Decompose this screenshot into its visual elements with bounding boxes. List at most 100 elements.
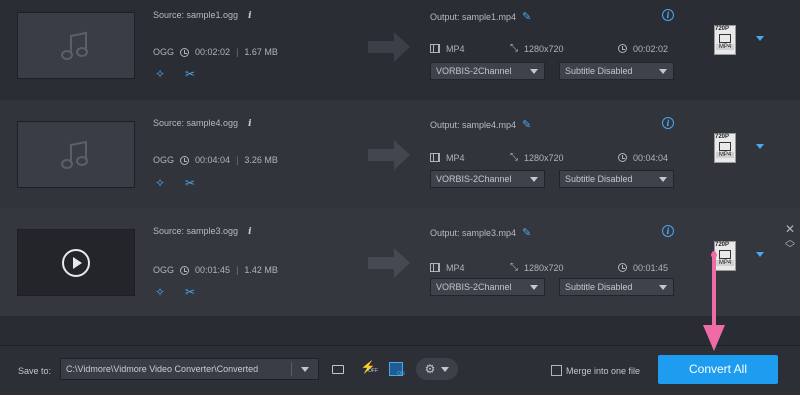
source-duration: 00:04:04 bbox=[195, 155, 231, 165]
merge-checkbox[interactable] bbox=[551, 365, 562, 376]
move-down-icon[interactable]: ﹀ bbox=[784, 245, 796, 255]
play-icon[interactable] bbox=[62, 248, 90, 277]
audio-track-select[interactable]: VORBIS-2Channel bbox=[430, 170, 545, 188]
chevron-down-icon bbox=[441, 366, 450, 372]
enhance-icon[interactable]: ✧ bbox=[153, 285, 167, 299]
film-icon bbox=[430, 263, 440, 272]
audio-track-select[interactable]: VORBIS-2Channel bbox=[430, 62, 545, 80]
chevron-down-icon[interactable] bbox=[756, 36, 764, 41]
music-icon bbox=[61, 31, 88, 60]
source-meta: OGG 00:02:02 | 1.67 MB bbox=[153, 47, 278, 57]
source-duration: 00:02:02 bbox=[195, 47, 231, 57]
chevron-down-icon bbox=[530, 69, 538, 74]
chevron-down-icon bbox=[659, 69, 667, 74]
output-resolution: 1280x720 bbox=[524, 43, 564, 54]
resolution-icon: ⤡ bbox=[510, 43, 518, 54]
row-tools: ✧ ✂ bbox=[153, 176, 197, 190]
open-folder-button[interactable] bbox=[328, 359, 348, 379]
clock-icon bbox=[180, 155, 190, 165]
source-label: Source: sample3.ogg i bbox=[153, 226, 252, 237]
output-specs: MP4 ⤡ 1280x720 00:02:02 bbox=[430, 43, 675, 54]
subtitle-select[interactable]: Subtitle Disabled bbox=[559, 278, 674, 296]
folder-icon bbox=[332, 364, 344, 374]
output-label: Output: sample1.mp4 ✎ bbox=[430, 10, 532, 23]
music-icon bbox=[61, 140, 88, 169]
convert-arrow-icon bbox=[368, 140, 410, 170]
output-info-icon[interactable]: i bbox=[662, 225, 674, 237]
gear-icon: ⚙ bbox=[424, 362, 436, 376]
badge-resolution: 720P bbox=[715, 242, 730, 248]
separator: | bbox=[236, 155, 239, 165]
clock-icon bbox=[180, 265, 190, 275]
film-icon bbox=[430, 44, 440, 53]
thumbnail[interactable] bbox=[17, 229, 135, 296]
edit-icon[interactable]: ✎ bbox=[522, 10, 531, 23]
source-label: Source: sample1.ogg i bbox=[153, 10, 252, 21]
chevron-down-icon[interactable] bbox=[756, 144, 764, 149]
output-info-icon[interactable]: i bbox=[662, 117, 674, 129]
hardware-accel-off-button[interactable]: ⚡ OFF bbox=[358, 359, 378, 379]
convert-arrow-icon bbox=[368, 32, 410, 62]
output-specs: MP4 ⤡ 1280x720 00:01:45 bbox=[430, 262, 675, 273]
source-size: 1.67 MB bbox=[244, 47, 278, 57]
output-duration: 00:02:02 bbox=[633, 43, 669, 54]
info-icon[interactable]: i bbox=[248, 11, 251, 21]
cut-icon[interactable]: ✂ bbox=[183, 67, 197, 81]
settings-button[interactable]: ⚙ bbox=[416, 358, 458, 380]
merge-option[interactable]: Merge into one file bbox=[551, 365, 640, 376]
output-duration: 00:04:04 bbox=[633, 152, 669, 163]
clock-icon bbox=[618, 44, 627, 53]
film-reel-icon bbox=[719, 34, 731, 43]
source-duration: 00:01:45 bbox=[195, 265, 231, 275]
save-path-value: C:\Vidmore\Vidmore Video Converter\Conve… bbox=[66, 364, 259, 374]
chevron-down-icon bbox=[530, 177, 538, 182]
source-format: OGG bbox=[153, 47, 175, 57]
chevron-down-icon[interactable] bbox=[756, 252, 764, 257]
subtitle-select[interactable]: Subtitle Disabled bbox=[559, 170, 674, 188]
film-reel-icon bbox=[719, 142, 731, 151]
thumbnail[interactable] bbox=[17, 12, 135, 79]
badge-resolution: 720P bbox=[715, 26, 730, 32]
output-format: MP4 bbox=[446, 152, 465, 163]
gpu-accel-button[interactable]: ON bbox=[386, 359, 406, 379]
on-label: ON bbox=[397, 370, 405, 377]
thumbnail[interactable] bbox=[17, 121, 135, 188]
output-info-icon[interactable]: i bbox=[662, 9, 674, 21]
audio-track-select[interactable]: VORBIS-2Channel bbox=[430, 278, 545, 296]
resolution-icon: ⤡ bbox=[510, 152, 518, 163]
output-label: Output: sample4.mp4 ✎ bbox=[430, 118, 532, 131]
convert-all-button[interactable]: Convert All bbox=[658, 355, 778, 384]
output-format-badge[interactable]: 720P MP4 bbox=[714, 133, 764, 167]
resolution-icon: ⤡ bbox=[510, 262, 518, 273]
clock-icon bbox=[618, 263, 627, 272]
subtitle-select[interactable]: Subtitle Disabled bbox=[559, 62, 674, 80]
edit-icon[interactable]: ✎ bbox=[522, 118, 531, 131]
source-format: OGG bbox=[153, 155, 175, 165]
cut-icon[interactable]: ✂ bbox=[183, 285, 197, 299]
output-format: MP4 bbox=[446, 43, 465, 54]
separator: | bbox=[236, 47, 239, 57]
remove-row-icon[interactable]: ✕ bbox=[784, 223, 796, 235]
edit-icon[interactable]: ✎ bbox=[522, 226, 531, 239]
source-label: Source: sample4.ogg i bbox=[153, 118, 252, 129]
source-size: 3.26 MB bbox=[244, 155, 278, 165]
enhance-icon[interactable]: ✧ bbox=[153, 67, 167, 81]
enhance-icon[interactable]: ✧ bbox=[153, 176, 167, 190]
chevron-down-icon[interactable] bbox=[301, 367, 309, 372]
info-icon[interactable]: i bbox=[248, 119, 251, 129]
file-row: Source: sample4.ogg i OGG 00:04:04 | 3.26… bbox=[0, 100, 800, 208]
output-format-badge[interactable]: 720P MP4 bbox=[714, 25, 764, 59]
film-icon bbox=[430, 153, 440, 162]
save-path-select[interactable]: C:\Vidmore\Vidmore Video Converter\Conve… bbox=[60, 358, 319, 380]
row-tools: ✧ ✂ bbox=[153, 67, 197, 81]
cut-icon[interactable]: ✂ bbox=[183, 176, 197, 190]
info-icon[interactable]: i bbox=[248, 227, 251, 237]
badge-resolution: 720P bbox=[715, 134, 730, 140]
output-specs: MP4 ⤡ 1280x720 00:04:04 bbox=[430, 152, 675, 163]
output-duration: 00:01:45 bbox=[633, 262, 669, 273]
badge-format: MP4 bbox=[716, 44, 734, 50]
output-label: Output: sample3.mp4 ✎ bbox=[430, 226, 532, 239]
divider bbox=[291, 362, 292, 376]
chevron-down-icon bbox=[659, 285, 667, 290]
chevron-down-icon bbox=[530, 285, 538, 290]
